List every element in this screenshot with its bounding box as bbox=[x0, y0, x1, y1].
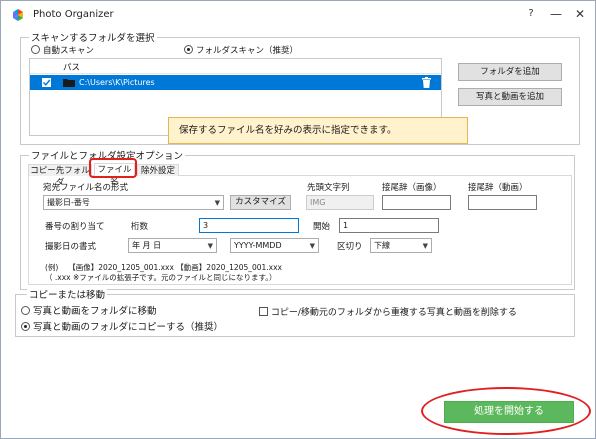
radio-auto-scan[interactable]: 自動スキャン bbox=[31, 44, 94, 56]
filename-format-label: 宛先ファイル名の形式 bbox=[43, 183, 129, 193]
separator-label: 区切り bbox=[337, 242, 363, 252]
add-media-button[interactable]: 写真と動画を追加 bbox=[458, 88, 562, 106]
radio-auto-scan-indicator bbox=[31, 45, 40, 54]
chevron-down-icon: ▼ bbox=[207, 242, 213, 250]
folder-row-checkbox[interactable] bbox=[42, 78, 51, 87]
separator-select[interactable]: 下線 ▼ bbox=[370, 238, 432, 253]
radio-copy-label: 写真と動画のフォルダにコピーする（推奨） bbox=[33, 322, 224, 333]
copy-move-group-title: コピーまたは移動 bbox=[27, 287, 108, 301]
app-window: Photo Organizer ? — ✕ スキャンするフォルダを選択 自動スキ… bbox=[0, 0, 596, 439]
date-pattern-value: YYYY-MMDD bbox=[234, 241, 282, 250]
chevron-down-icon: ▼ bbox=[214, 199, 220, 207]
filename-format-select[interactable]: 撮影日-番号 ▼ bbox=[43, 195, 224, 210]
minimize-button[interactable]: — bbox=[546, 5, 566, 23]
check-icon bbox=[43, 79, 51, 86]
date-format-label: 撮影日の書式 bbox=[45, 242, 97, 252]
app-logo-icon bbox=[13, 9, 23, 21]
trash-icon[interactable] bbox=[422, 77, 431, 88]
suffix-video-input[interactable] bbox=[468, 195, 537, 210]
digits-input[interactable]: 3 bbox=[199, 218, 299, 233]
customize-button[interactable]: カスタマイズ bbox=[230, 195, 291, 210]
folder-list-header bbox=[30, 59, 441, 74]
digits-label: 桁数 bbox=[131, 222, 149, 232]
scan-group-title: スキャンするフォルダを選択 bbox=[29, 30, 157, 44]
radio-copy-indicator bbox=[21, 322, 30, 331]
prefix-input[interactable]: IMG bbox=[306, 195, 374, 210]
start-button-highlight bbox=[421, 387, 591, 435]
filename-format-value: 撮影日-番号 bbox=[47, 198, 90, 207]
window-title: Photo Organizer bbox=[33, 9, 114, 20]
delete-duplicates-box bbox=[259, 307, 268, 316]
help-button[interactable]: ? bbox=[521, 5, 541, 23]
date-order-value: 年 月 日 bbox=[132, 241, 162, 250]
radio-move[interactable]: 写真と動画をフォルダに移動 bbox=[21, 303, 157, 317]
numbering-label: 番号の割り当て bbox=[45, 222, 105, 232]
start-input[interactable]: 1 bbox=[339, 218, 439, 233]
radio-copy[interactable]: 写真と動画のフォルダにコピーする（推奨） bbox=[21, 319, 223, 333]
folder-icon bbox=[63, 79, 75, 87]
suffix-image-input[interactable] bbox=[382, 195, 451, 210]
delete-duplicates-checkbox[interactable]: コピー/移動元のフォルダから重複する写真と動画を削除する bbox=[259, 305, 517, 318]
tab-destination-folder[interactable]: コピー先フォルダ bbox=[28, 164, 92, 188]
radio-move-label: 写真と動画をフォルダに移動 bbox=[33, 306, 157, 317]
tooltip-callout: 保存するファイル名を好みの表示に指定できます。 bbox=[168, 117, 468, 144]
radio-move-indicator bbox=[21, 306, 30, 315]
delete-duplicates-label: コピー/移動元のフォルダから重複する写真と動画を削除する bbox=[270, 308, 517, 318]
close-button[interactable]: ✕ bbox=[570, 5, 590, 23]
radio-auto-scan-label: 自動スキャン bbox=[43, 46, 95, 56]
date-pattern-select[interactable]: YYYY-MMDD ▼ bbox=[230, 238, 319, 253]
start-label: 開始 bbox=[313, 222, 331, 232]
prefix-label: 先頭文字列 bbox=[307, 183, 350, 193]
add-folder-button[interactable]: フォルダを追加 bbox=[458, 63, 562, 81]
suffix-video-label: 接尾辞（動画） bbox=[468, 183, 528, 193]
suffix-image-label: 接尾辞（画像） bbox=[382, 183, 442, 193]
separator-value: 下線 bbox=[374, 241, 390, 250]
example-line-2: （ .xxx ※ファイルの拡張子です。元のファイルと同じになります。） bbox=[45, 273, 277, 282]
radio-folder-scan[interactable]: フォルダスキャン（推奨） bbox=[184, 44, 298, 56]
chevron-down-icon: ▼ bbox=[309, 242, 315, 250]
folder-row-path: C:\Users\K\Pictures bbox=[79, 78, 155, 87]
column-path-header: パス bbox=[63, 63, 81, 73]
date-order-select[interactable]: 年 月 日 ▼ bbox=[128, 238, 217, 253]
radio-folder-scan-label: フォルダスキャン（推奨） bbox=[196, 46, 299, 56]
tab-exclusion[interactable]: 除外設定 bbox=[137, 164, 179, 176]
tab-highlight-box bbox=[89, 158, 137, 178]
radio-folder-scan-indicator bbox=[184, 45, 193, 54]
title-bar: Photo Organizer ? — ✕ bbox=[1, 1, 595, 29]
chevron-down-icon: ▼ bbox=[422, 242, 428, 250]
